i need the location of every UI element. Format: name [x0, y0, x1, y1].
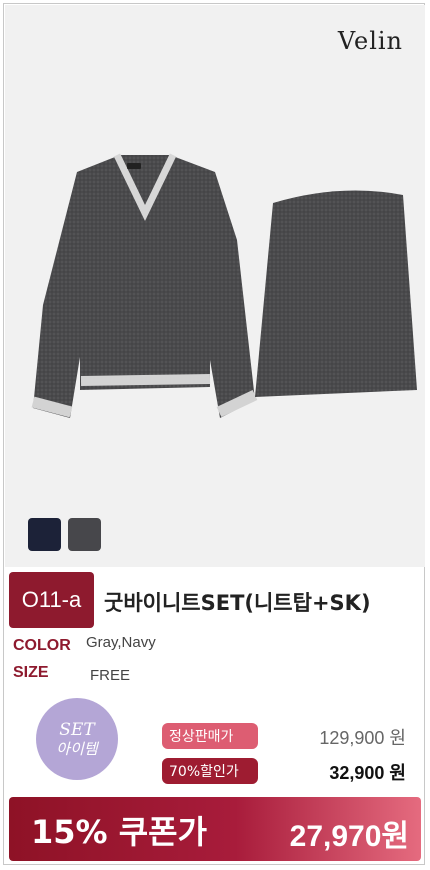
color-value: Gray,Navy	[86, 634, 156, 651]
coupon-label: 15% 쿠폰가	[31, 813, 208, 851]
set-badge-line1: SET	[59, 719, 95, 740]
regular-price-tag: 정상판매가	[162, 723, 258, 749]
discount-price-tag: 70%할인가	[162, 758, 258, 784]
swatch-gray[interactable]	[68, 518, 101, 551]
product-name[interactable]: 굿바이니트SET(니트탑+SK)	[104, 587, 371, 617]
brand-logo: Velin	[337, 27, 403, 55]
knit-set-illustration	[31, 153, 417, 418]
swatch-navy[interactable]	[28, 518, 61, 551]
discount-price: 32,900 원	[329, 763, 406, 783]
set-item-badge: SET 아이템	[36, 698, 118, 780]
size-label: SIZE	[13, 664, 49, 681]
regular-price: 129,900 원	[319, 728, 406, 748]
size-value: FREE	[90, 667, 131, 684]
set-badge-line2: 아이템	[56, 740, 98, 759]
product-code-badge: O11-a	[9, 572, 94, 628]
coupon-price-bar[interactable]: 15% 쿠폰가 27,970원	[9, 797, 421, 861]
product-photo[interactable]: Velin	[5, 5, 425, 567]
color-label: COLOR	[13, 637, 71, 654]
skirt-shape	[255, 190, 417, 397]
coupon-price: 27,970원	[289, 820, 409, 853]
